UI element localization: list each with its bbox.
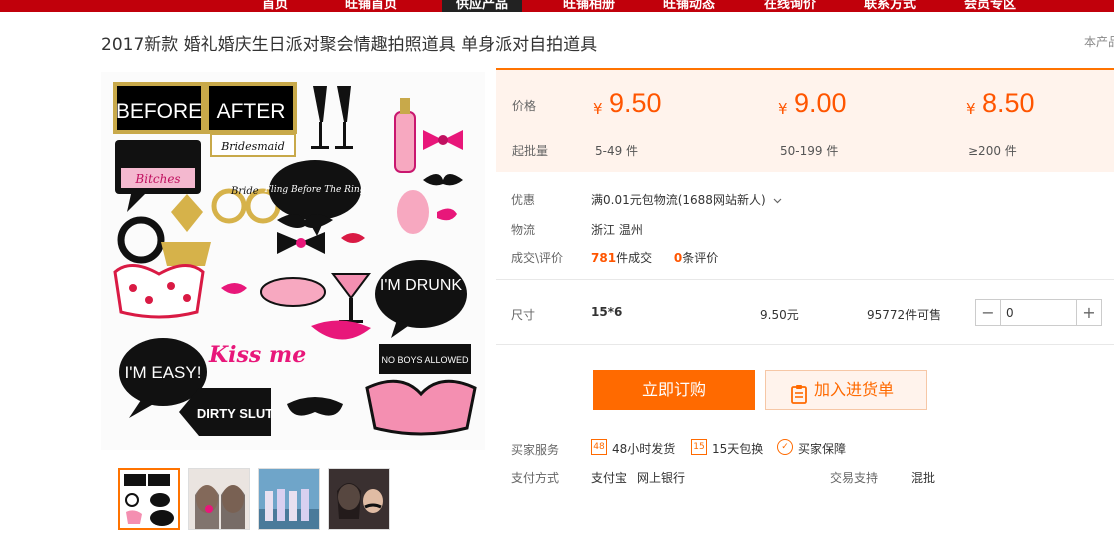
prop-easy-text: I'M EASY! — [125, 363, 202, 382]
thumbnail-1[interactable] — [118, 468, 180, 530]
thumbnail-girls-image — [189, 469, 249, 529]
prop-bitches-text: Bitches — [134, 172, 180, 186]
price-panel: 价格 起批量 ¥ 9.50 5-49 件 ¥ 9.00 50-199 件 ¥ 8… — [496, 68, 1114, 172]
logistics-label: 物流 — [511, 223, 536, 237]
tier2-range: 50-199 件 — [780, 144, 839, 158]
logistics-value: 浙江 温州 — [591, 223, 643, 237]
title-side-link[interactable]: 本产品 — [1084, 33, 1114, 50]
nav-item-products[interactable]: 供应产品 — [442, 0, 523, 12]
quantity-stepper: − + — [975, 299, 1102, 326]
clipboard-icon — [790, 380, 808, 418]
tier1-currency: ¥ — [593, 100, 603, 118]
sku-price: 9.50元 — [760, 308, 799, 322]
thumbnail-props-image — [120, 470, 178, 528]
tier1-range: 5-49 件 — [595, 144, 639, 158]
prop-drunk-text: I'M DRUNK — [380, 277, 462, 294]
prop-dirty-text: DIRTY SLUT — [197, 406, 273, 421]
chevron-down-icon — [774, 198, 782, 203]
thumbnail-4[interactable] — [328, 468, 390, 530]
divider-2 — [496, 344, 1114, 345]
deal-count[interactable]: 781 — [591, 251, 616, 265]
thumbnail-group-image — [259, 469, 319, 529]
deal-suffix: 件成交 — [616, 251, 653, 265]
review-count[interactable]: 0 — [674, 251, 682, 265]
service-48h-text: 48小时发货 — [612, 442, 676, 456]
size-value: 15*6 — [591, 305, 623, 319]
prop-kissme-text: Kiss me — [208, 342, 306, 368]
review-suffix: 条评价 — [682, 251, 719, 265]
tier3-range: ≥200 件 — [968, 144, 1017, 158]
tier1-price: 9.50 — [609, 88, 662, 118]
order-now-button[interactable]: 立即订购 — [593, 370, 755, 410]
price-label: 价格 — [512, 99, 537, 113]
nav-item-shop-home[interactable]: 旺铺首页 — [345, 0, 397, 12]
nav-item-inquiry[interactable]: 在线询价 — [764, 0, 816, 12]
service-label: 买家服务 — [511, 443, 560, 457]
quantity-increase-button[interactable]: + — [1076, 300, 1101, 325]
promo-label: 优惠 — [511, 193, 536, 207]
nav-item-member[interactable]: 会员专区 — [964, 0, 1016, 12]
size-label: 尺寸 — [511, 308, 536, 322]
exchange-icon: 15 — [691, 439, 707, 455]
quantity-input[interactable] — [1006, 304, 1066, 321]
payment-label: 支付方式 — [511, 471, 560, 485]
prop-before-text: BEFORE — [116, 100, 202, 123]
prop-fling-text: Fling Before The Ring — [264, 185, 366, 195]
nav-item-album[interactable]: 旺铺相册 — [563, 0, 615, 12]
top-nav: 首页 旺铺首页 供应产品 旺铺相册 旺铺动态 在线询价 联系方式 会员专区 — [0, 0, 1114, 12]
service-guarantee-text: 买家保障 — [798, 442, 847, 456]
main-product-image[interactable]: BEFORE AFTER Bridesmaid Bitches Bride Fl… — [101, 72, 485, 450]
thumbnail-party-image — [329, 469, 389, 529]
prop-bride-text: Bride — [230, 186, 259, 197]
trade-label: 交易支持 — [830, 471, 879, 485]
add-to-cart-button[interactable]: 加入进货单 — [765, 370, 927, 410]
shield-icon: ✓ — [777, 439, 793, 455]
service-15days-text: 15天包换 — [712, 442, 764, 456]
payment-alipay: 支付宝 — [591, 471, 628, 485]
tier3-price: 8.50 — [982, 88, 1035, 118]
tier2-price: 9.00 — [794, 88, 847, 118]
trade-value: 混批 — [911, 471, 936, 485]
tier2-currency: ¥ — [778, 100, 788, 118]
deal-stats: 781件成交 0条评价 — [591, 249, 718, 266]
product-title: 2017新款 婚礼婚庆生日派对聚会情趣拍照道具 单身派对自拍道具 — [101, 35, 598, 55]
promo-text: 满0.01元包物流(1688网站新人) — [591, 193, 766, 207]
tier3-currency: ¥ — [966, 100, 976, 118]
prop-after-text: AFTER — [217, 100, 286, 123]
add-to-cart-label: 加入进货单 — [814, 380, 895, 399]
prop-bridesmaid-text: Bridesmaid — [220, 140, 285, 153]
nav-item-home[interactable]: 首页 — [262, 0, 288, 12]
thumbnail-3[interactable] — [258, 468, 320, 530]
nav-item-news[interactable]: 旺铺动态 — [663, 0, 715, 12]
batch-label: 起批量 — [512, 144, 549, 158]
deal-label: 成交\评价 — [511, 251, 564, 265]
photo-props-illustration: BEFORE AFTER Bridesmaid Bitches Bride Fl… — [101, 72, 485, 450]
prop-noboys-text: NO BOYS ALLOWED — [381, 355, 469, 365]
payment-bank: 网上银行 — [637, 471, 686, 485]
nav-item-contact[interactable]: 联系方式 — [864, 0, 916, 12]
fast-delivery-icon: 48 — [591, 439, 607, 455]
sku-stock: 95772件可售 — [867, 308, 942, 322]
divider-1 — [496, 279, 1114, 280]
promo-value[interactable]: 满0.01元包物流(1688网站新人) — [591, 191, 782, 208]
quantity-decrease-button[interactable]: − — [976, 300, 1001, 325]
thumbnail-2[interactable] — [188, 468, 250, 530]
